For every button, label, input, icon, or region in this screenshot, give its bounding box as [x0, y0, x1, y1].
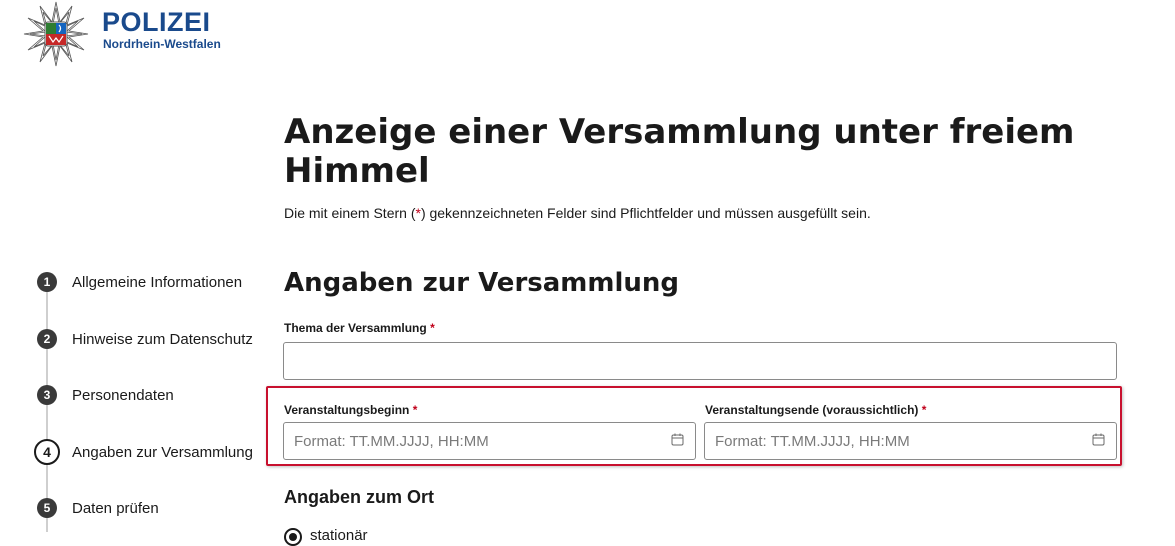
calendar-icon[interactable] — [671, 433, 684, 446]
step-number: 3 — [37, 385, 57, 405]
beginn-label-text: Veranstaltungsbeginn — [284, 403, 410, 417]
section-title: Angaben zur Versammlung — [284, 268, 680, 298]
step-label: Personendaten — [72, 386, 174, 404]
required-marker: * — [921, 403, 927, 417]
step-number: 5 — [37, 498, 57, 518]
step-number: 1 — [37, 272, 57, 292]
ende-label: Veranstaltungsende (voraussichtlich) * — [705, 403, 926, 417]
step-label: Angaben zur Versammlung — [72, 443, 253, 461]
step-label: Daten prüfen — [72, 499, 159, 517]
ort-section-title: Angaben zum Ort — [284, 487, 435, 507]
step-allgemeine-informationen[interactable]: 1 Allgemeine Informationen — [30, 272, 242, 292]
step-label: Allgemeine Informationen — [72, 273, 243, 291]
logo-subtitle: Nordrhein-Westfalen — [103, 37, 221, 51]
step-number: 2 — [37, 329, 57, 349]
thema-label-text: Thema der Versammlung — [284, 321, 427, 335]
police-logo[interactable]: POLIZEI Nordrhein-Westfalen — [22, 0, 232, 70]
step-label: Hinweise zum Datenschutz — [72, 330, 253, 348]
stepper-line — [46, 282, 48, 532]
required-hint: Die mit einem Stern (*) gekennzeichneten… — [284, 205, 871, 221]
beginn-label: Veranstaltungsbeginn * — [284, 403, 417, 417]
progress-stepper: 1 Allgemeine Informationen 2 Hinweise zu… — [30, 268, 270, 539]
page-title: Anzeige einer Versammlung unter freiem H… — [284, 112, 1075, 191]
stationaer-radio[interactable] — [284, 528, 302, 546]
step-number-active: 4 — [34, 439, 60, 465]
step-daten-pruefen[interactable]: 5 Daten prüfen — [30, 498, 159, 518]
logo-title: POLIZEI — [102, 7, 211, 37]
stationaer-radio-label[interactable]: stationär — [310, 527, 368, 544]
step-personendaten[interactable]: 3 Personendaten — [30, 385, 174, 405]
step-hinweise-datenschutz[interactable]: 2 Hinweise zum Datenschutz — [30, 329, 253, 349]
hint-text-start: Die mit einem Stern ( — [284, 205, 416, 221]
thema-label: Thema der Versammlung * — [284, 321, 435, 335]
calendar-icon[interactable] — [1092, 433, 1105, 446]
beginn-date-input[interactable] — [283, 422, 696, 460]
required-marker: * — [412, 403, 418, 417]
ende-date-input[interactable] — [704, 422, 1117, 460]
ende-label-text: Veranstaltungsende (voraussichtlich) — [705, 403, 919, 417]
thema-input[interactable] — [283, 342, 1117, 380]
step-angaben-versammlung[interactable]: 4 Angaben zur Versammlung — [30, 439, 253, 465]
required-marker: * — [430, 321, 435, 335]
hint-text-end: ) gekennzeichneten Felder sind Pflichtfe… — [420, 205, 871, 221]
police-star-icon — [23, 1, 89, 67]
